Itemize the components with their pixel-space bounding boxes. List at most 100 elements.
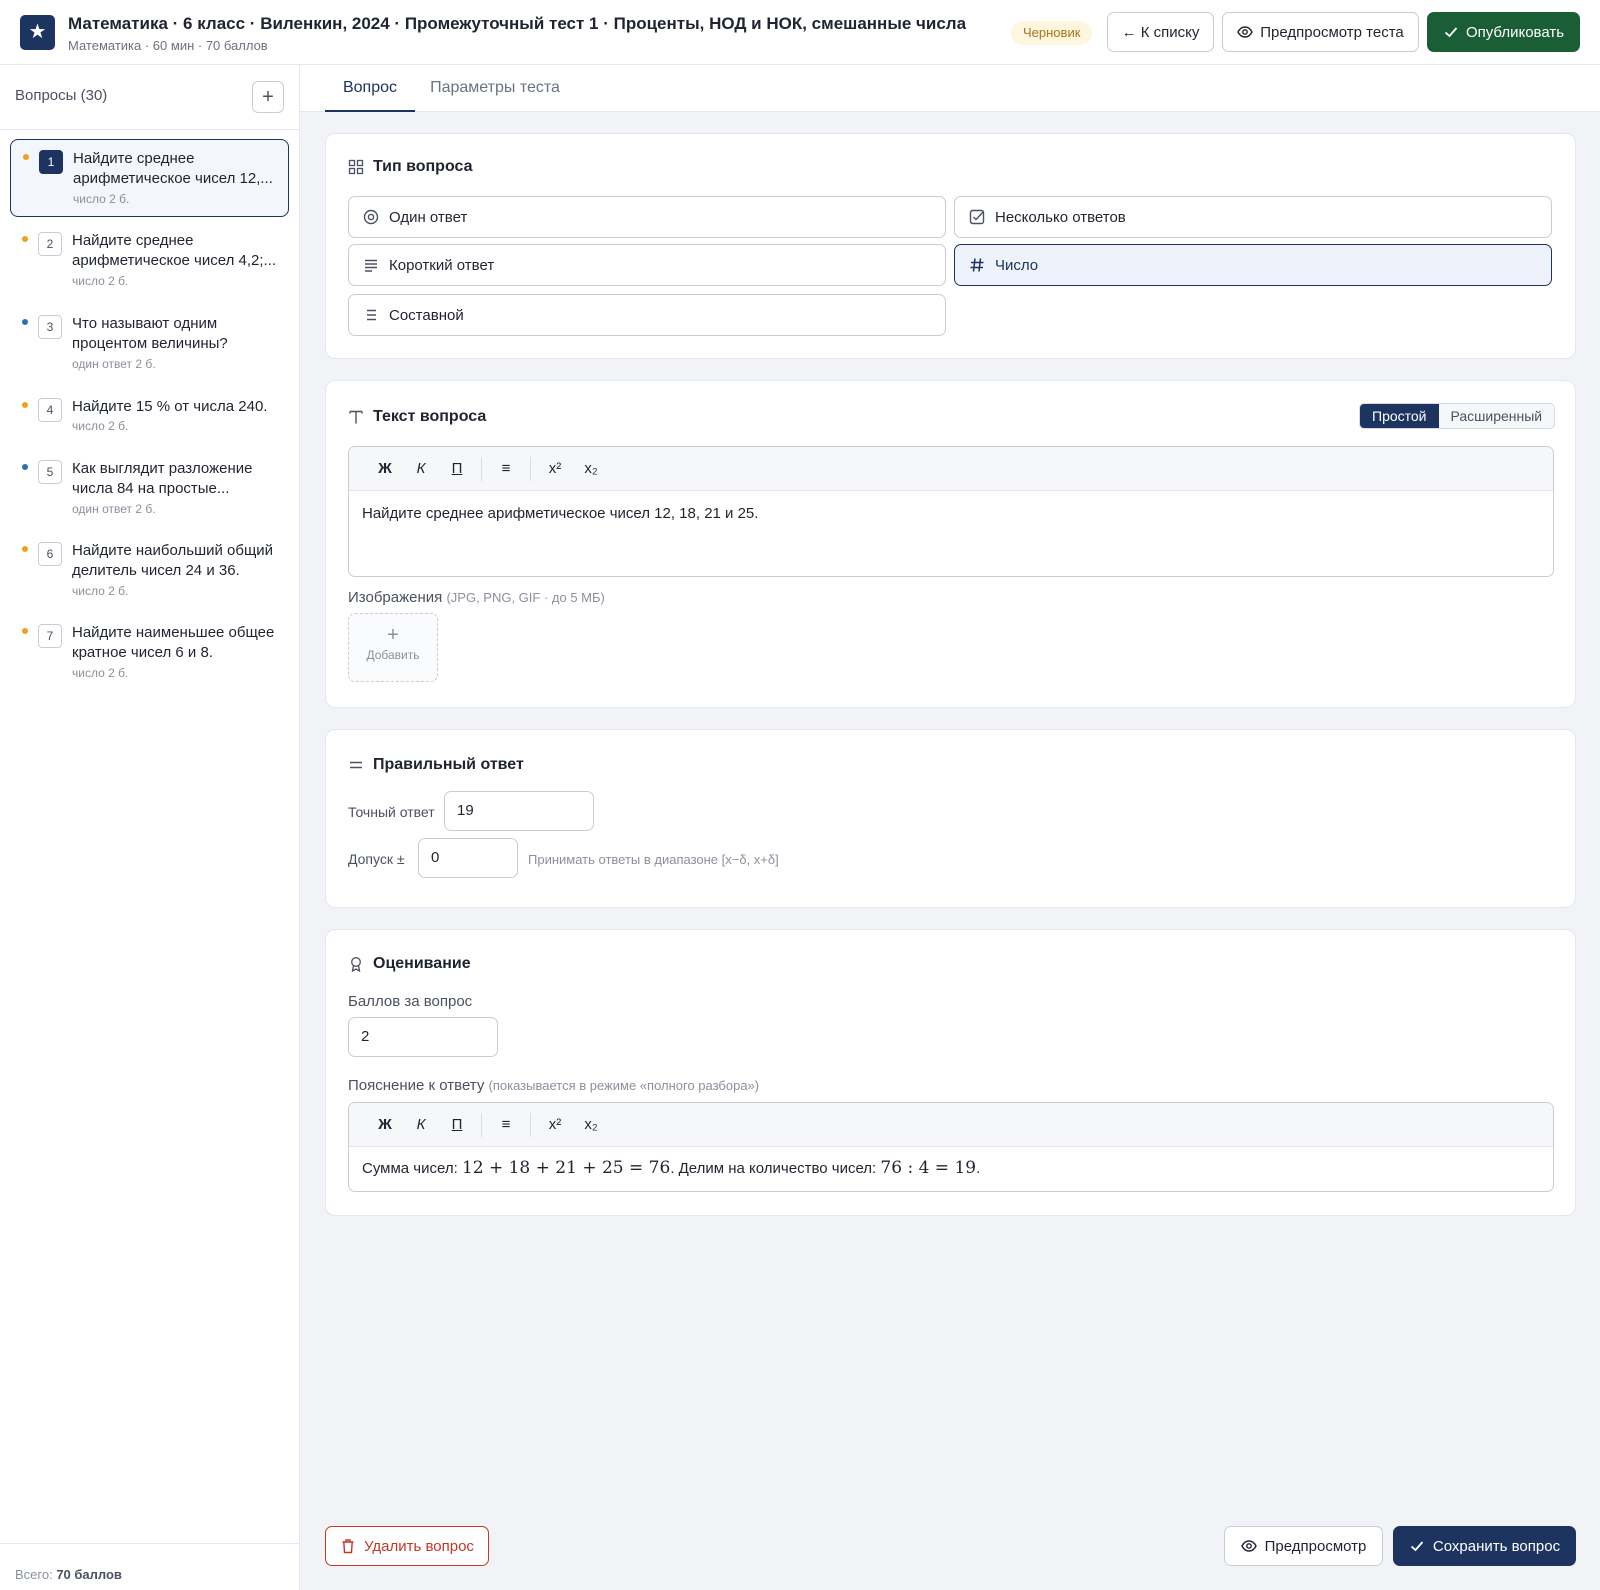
editor-toolbar: Ж К П ≡ x² x₂ — [349, 1103, 1553, 1147]
bold-button[interactable]: Ж — [367, 460, 403, 477]
test-subtitle: Математика · 60 мин · 70 баллов — [68, 38, 268, 53]
back-to-list-button[interactable]: ← К списку — [1107, 12, 1214, 52]
subscript-button[interactable]: x₂ — [573, 1116, 609, 1133]
explanation-content[interactable]: Сумма чисел: 12 + 18 + 21 + 25 = 76. Дел… — [349, 1147, 1553, 1191]
total-points: Всего: 70 баллов — [15, 1567, 122, 1582]
preview-test-button[interactable]: Предпросмотр теста — [1222, 12, 1419, 52]
list-button[interactable]: ≡ — [488, 460, 524, 477]
question-meta: число 2 б. — [73, 192, 130, 206]
publish-label: Опубликовать — [1465, 23, 1565, 41]
text-type-icon — [349, 410, 363, 424]
sidebar-divider — [0, 129, 300, 130]
toolbar-divider — [481, 1112, 482, 1137]
question-list-item[interactable]: 7 Найдите наименьшее общее кратное чисел… — [10, 614, 289, 692]
question-number: 3 — [38, 315, 62, 339]
save-question-label: Сохранить вопрос — [1432, 1537, 1561, 1555]
type-option-number[interactable]: Число — [954, 244, 1552, 286]
status-badge: Черновик — [1011, 21, 1093, 45]
award-icon — [351, 957, 361, 972]
question-list-item[interactable]: 4 Найдите 15 % от числа 240. число 2 б. — [10, 388, 289, 448]
eye-icon — [1240, 1540, 1257, 1552]
back-to-list-label: ← К списку — [1121, 23, 1200, 41]
tolerance-hint: Принимать ответы в диапазоне [x−δ, x+δ] — [528, 852, 779, 867]
question-type-dot — [23, 154, 29, 160]
mode-extended-button[interactable]: Расширенный — [1439, 404, 1555, 428]
app-logo-star-icon[interactable]: ★ — [20, 15, 55, 50]
grading-card: Оценивание Баллов за вопрос 2 Пояснение … — [325, 929, 1576, 1216]
points-input[interactable]: 2 — [348, 1017, 498, 1057]
type-option-composite-label: Составной — [389, 306, 464, 324]
questions-count-heading: Вопросы (30) — [15, 87, 108, 104]
question-number: 4 — [38, 398, 62, 422]
explanation-editor: Ж К П ≡ x² x₂ Сумма чисел: 12 + 18 + 21 … — [348, 1102, 1554, 1192]
total-points-prefix: Всего: — [15, 1567, 57, 1582]
save-question-button[interactable]: Сохранить вопрос — [1393, 1526, 1576, 1566]
mode-simple-button[interactable]: Простой — [1360, 404, 1439, 428]
toolbar-divider — [481, 456, 482, 481]
question-list-item[interactable]: 6 Найдите наибольший общий делитель чисе… — [10, 532, 289, 610]
italic-button[interactable]: К — [403, 1116, 439, 1133]
question-preview-text: Найдите среднее арифметическое чисел 12,… — [73, 150, 273, 187]
tab-test-params[interactable]: Параметры теста — [430, 65, 560, 112]
delete-question-button[interactable]: Удалить вопрос — [325, 1526, 489, 1566]
questions-sidebar: Вопросы (30) + 1 Найдите среднее арифмет… — [0, 65, 300, 1590]
type-option-short[interactable]: Короткий ответ — [348, 244, 946, 286]
images-hint: (JPG, PNG, GIF · до 5 МБ) — [446, 590, 605, 605]
editor-tabs: Вопрос Параметры теста — [300, 65, 1600, 112]
type-option-multiple-label: Несколько ответов — [995, 208, 1126, 226]
hash-icon — [970, 258, 984, 272]
question-list-item[interactable]: 2 Найдите среднее арифметическое чисел 4… — [10, 222, 289, 300]
question-list-item[interactable]: 3 Что называют одним процентом величины?… — [10, 305, 289, 383]
exact-answer-input[interactable]: 19 — [444, 791, 594, 831]
checkbox-icon — [969, 209, 985, 225]
question-text-content[interactable]: Найдите среднее арифметическое чисел 12,… — [349, 491, 1553, 536]
tolerance-input[interactable]: 0 — [418, 838, 518, 878]
question-meta: один ответ 2 б. — [72, 357, 156, 371]
explanation-formula-1: 12 + 18 + 21 + 25 = 76 — [461, 1158, 671, 1178]
question-type-heading: Тип вопроса — [348, 158, 473, 176]
radio-circle-icon — [363, 209, 379, 225]
bold-button[interactable]: Ж — [367, 1116, 403, 1133]
type-option-short-label: Короткий ответ — [389, 256, 495, 274]
type-option-composite[interactable]: Составной — [348, 294, 946, 336]
editor-toolbar: Ж К П ≡ x² x₂ — [349, 447, 1553, 491]
explanation-label-text: Пояснение к ответу — [348, 1077, 485, 1094]
preview-question-button[interactable]: Предпросмотр — [1224, 1526, 1383, 1566]
type-option-multiple[interactable]: Несколько ответов — [954, 196, 1552, 238]
add-image-label: Добавить — [366, 648, 420, 662]
list-icon — [367, 309, 376, 321]
question-type-dot — [22, 628, 28, 634]
question-text-heading: Текст вопроса — [348, 408, 486, 426]
question-meta: число 2 б. — [72, 419, 129, 433]
superscript-button[interactable]: x² — [537, 460, 573, 477]
question-number: 7 — [38, 624, 62, 648]
images-label: Изображения (JPG, PNG, GIF · до 5 МБ) — [348, 589, 605, 606]
question-type-dot — [22, 402, 28, 408]
publish-button[interactable]: Опубликовать — [1427, 12, 1580, 52]
subscript-button[interactable]: x₂ — [573, 460, 609, 477]
tab-question[interactable]: Вопрос — [325, 65, 415, 112]
add-image-button[interactable]: + Добавить — [348, 613, 438, 682]
type-option-single[interactable]: Один ответ — [348, 196, 946, 238]
underline-button[interactable]: П — [439, 1116, 475, 1133]
question-number: 5 — [38, 460, 62, 484]
question-preview-text: Найдите 15 % от числа 240. — [72, 398, 268, 415]
add-question-button[interactable]: + — [252, 81, 284, 113]
question-type-dot — [22, 236, 28, 242]
correct-answer-heading: Правильный ответ — [348, 756, 524, 774]
question-preview-text: Как выглядит разложение числа 84 на прос… — [72, 460, 253, 497]
list-button[interactable]: ≡ — [488, 1116, 524, 1133]
superscript-button[interactable]: x² — [537, 1116, 573, 1133]
underline-button[interactable]: П — [439, 460, 475, 477]
question-text-editor: Ж К П ≡ x² x₂ Найдите среднее арифметиче… — [348, 446, 1554, 577]
italic-button[interactable]: К — [403, 460, 439, 477]
question-type-dot — [22, 546, 28, 552]
tolerance-label: Допуск ± — [348, 851, 405, 867]
check-icon — [1410, 1541, 1424, 1552]
question-meta: число 2 б. — [72, 274, 129, 288]
question-list-item[interactable]: 1 Найдите среднее арифметическое чисел 1… — [10, 139, 289, 217]
question-type-card: Тип вопроса Один ответ Несколько ответов… — [325, 133, 1576, 359]
explanation-formula-2: 76 : 4 = 19 — [880, 1158, 977, 1178]
question-list-item[interactable]: 5 Как выглядит разложение числа 84 на пр… — [10, 450, 289, 528]
toolbar-divider — [530, 456, 531, 481]
